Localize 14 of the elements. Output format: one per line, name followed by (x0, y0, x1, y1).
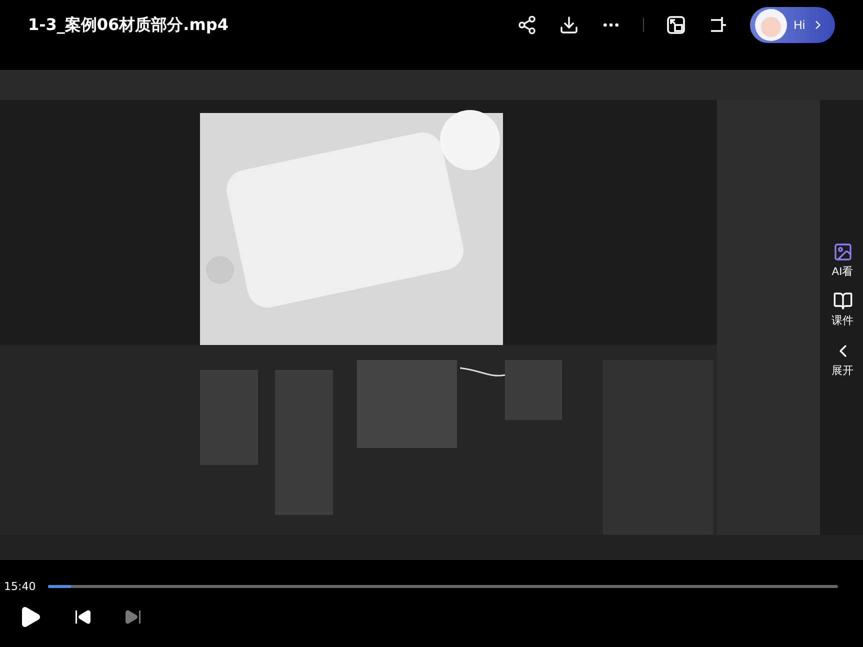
current-time: 15:40 (4, 580, 36, 593)
avatar-icon (754, 8, 788, 42)
picture-in-picture-icon[interactable] (666, 15, 686, 35)
share-icon[interactable] (516, 15, 537, 35)
side-panel-button[interactable]: AI看 (832, 242, 854, 280)
book-icon (832, 291, 852, 312)
progress-track[interactable] (48, 585, 838, 588)
assistant-button[interactable]: Hi (750, 7, 835, 43)
side-panel-button[interactable]: 课件 (832, 291, 854, 328)
download-icon[interactable] (558, 15, 579, 35)
video-title: 1-3_案例06材质部分.mp4 (28, 14, 230, 36)
image-icon (832, 242, 852, 262)
side-panel-button[interactable]: 展开 (832, 340, 854, 378)
previous-button[interactable] (74, 608, 92, 626)
